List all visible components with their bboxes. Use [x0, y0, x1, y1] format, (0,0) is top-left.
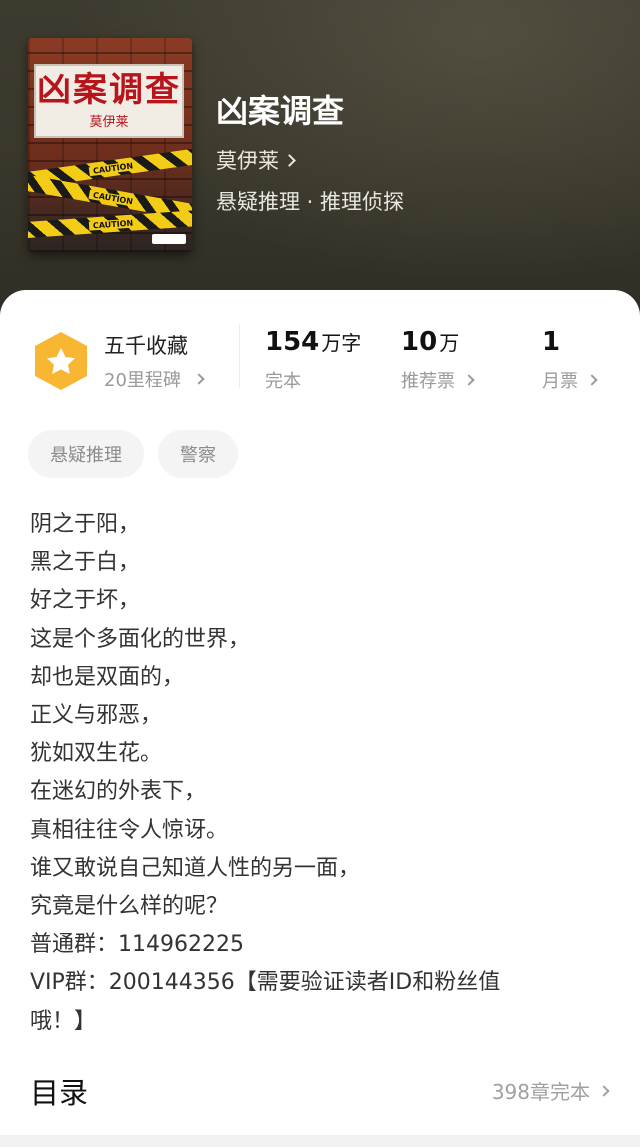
intro-line: 却也是双面的，	[30, 664, 185, 690]
intro-line: 究竟是什么样的呢？	[30, 894, 229, 920]
intro-line: 在迷幻的外表下，	[30, 779, 207, 805]
intro-line: 犹如双生花。	[30, 741, 163, 767]
stat-label: 完本	[265, 371, 301, 392]
chevron-right-icon	[598, 1084, 610, 1097]
tag-chip[interactable]: 警察	[158, 430, 238, 478]
chevron-right-icon	[193, 373, 205, 385]
bottom-separator	[0, 1135, 640, 1147]
stat-unit: 万字	[321, 331, 362, 355]
stat-value: 10	[401, 327, 438, 357]
toc-count-link[interactable]: 398章完本	[491, 1076, 610, 1105]
milestone-label: 20里程碑	[104, 370, 181, 391]
author-name: 莫伊莱	[216, 149, 279, 173]
chevron-right-icon	[283, 153, 296, 167]
chapter-count: 398章完本	[491, 1080, 590, 1104]
stats-row: 五千收藏 20里程碑 154 万字 完本 10 万 推荐票 1 月票	[0, 290, 640, 400]
intro-line: 正义与邪恶，	[30, 703, 163, 729]
stat-label: 月票	[542, 371, 578, 392]
cover-title: 凶案调查	[37, 69, 181, 110]
intro-line: 谁又敢说自己知道人性的另一面，	[30, 855, 361, 881]
book-intro: 阴之于阳， 黑之于白， 好之于坏， 这是个多面化的世界， 却也是双面的， 正义与…	[30, 506, 610, 1041]
stat-monthly-votes[interactable]: 1 月票	[542, 326, 598, 393]
stat-unit: 万	[439, 331, 460, 355]
intro-line: 黑之于白，	[30, 550, 141, 576]
tag-chip[interactable]: 悬疑推理	[28, 430, 144, 478]
intro-line: 好之于坏，	[30, 588, 141, 614]
publisher-logo	[152, 234, 186, 244]
cover-title-box: 凶案调查 莫伊莱	[34, 64, 184, 138]
stat-label: 推荐票	[401, 371, 455, 392]
chevron-right-icon	[586, 374, 598, 386]
tape-label: CAUTION	[88, 217, 138, 231]
tape-label: CAUTION	[88, 160, 138, 176]
star-badge-icon	[35, 332, 87, 390]
stat-word-count: 154 万字 完本	[265, 326, 361, 393]
intro-line: 这是个多面化的世界，	[30, 626, 251, 652]
stat-value: 1	[542, 327, 561, 357]
stat-recommend-votes[interactable]: 10 万 推荐票	[401, 326, 475, 393]
toc-title: 目录	[30, 1076, 89, 1110]
milestone-title: 五千收藏	[104, 334, 188, 358]
book-title: 凶案调查	[216, 92, 345, 130]
tag-list: 悬疑推理 警察	[28, 430, 238, 478]
intro-line: 阴之于阳，	[30, 512, 141, 537]
table-of-contents-row[interactable]: 目录 398章完本	[0, 1060, 640, 1120]
intro-line: 普通群：114962225	[30, 932, 244, 958]
stat-value: 154	[265, 327, 320, 357]
book-genre: 悬疑推理 · 推理侦探	[216, 190, 405, 214]
milestone-link[interactable]: 20里程碑	[104, 366, 205, 392]
book-header: 凶案调查 莫伊莱 CAUTION CAUTION CAUTION	[0, 0, 640, 330]
cover-author: 莫伊莱	[89, 114, 129, 130]
intro-line: VIP群：200144356【需要验证读者ID和粉丝值	[30, 970, 501, 996]
book-cover[interactable]: 凶案调查 莫伊莱 CAUTION CAUTION CAUTION	[28, 38, 192, 252]
detail-card: 五千收藏 20里程碑 154 万字 完本 10 万 推荐票 1 月票 悬疑推理 警察…	[0, 290, 640, 1147]
author-link[interactable]: 莫伊莱	[216, 145, 296, 175]
chevron-right-icon	[463, 374, 475, 386]
intro-line: 哦！】	[30, 1008, 97, 1034]
intro-line: 真相往往令人惊讶。	[30, 817, 229, 843]
divider	[239, 324, 240, 388]
